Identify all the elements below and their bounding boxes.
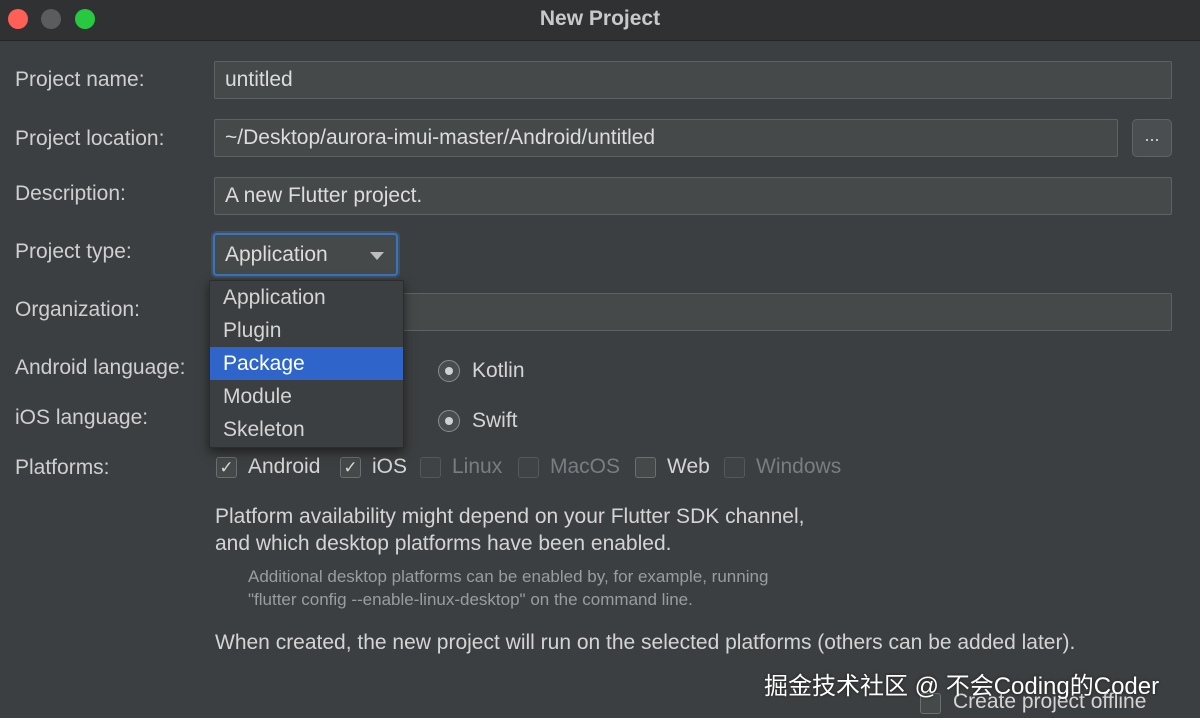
chevron-down-icon	[370, 252, 384, 260]
dropdown-option-package[interactable]: Package	[210, 347, 403, 380]
windows-checkbox-label[interactable]: Windows	[756, 455, 841, 479]
watermark-text: 掘金技术社区 @ 不会Coding的Coder	[764, 673, 1160, 700]
project-name-input[interactable]: untitled	[214, 61, 1172, 99]
dropdown-option-module[interactable]: Module	[210, 380, 403, 413]
ios-checkbox[interactable]: ✓	[340, 457, 361, 478]
availability-line-1: Platform availability might depend on yo…	[215, 505, 805, 528]
linux-checkbox-label[interactable]: Linux	[452, 455, 502, 479]
ios-language-label: iOS language:	[15, 406, 149, 429]
desktop-line-1: Additional desktop platforms can be enab…	[248, 567, 769, 586]
windows-checkbox[interactable]	[724, 457, 745, 478]
browse-button[interactable]: ...	[1132, 119, 1172, 157]
android-checkbox[interactable]: ✓	[216, 457, 237, 478]
desktop-line-2: "flutter config --enable-linux-desktop" …	[248, 590, 693, 609]
macos-checkbox[interactable]	[518, 457, 539, 478]
platforms-label: Platforms:	[15, 456, 110, 479]
window-title: New Project	[539, 7, 661, 30]
title-bar: New Project	[0, 0, 1200, 41]
macos-checkbox-label[interactable]: MacOS	[550, 455, 620, 479]
android-language-label: Android language:	[15, 356, 186, 379]
organization-label: Organization:	[15, 298, 140, 321]
linux-checkbox[interactable]	[420, 457, 441, 478]
desktop-platforms-note: Additional desktop platforms can be enab…	[248, 565, 768, 611]
project-type-select[interactable]: Application	[213, 233, 398, 276]
availability-line-2: and which desktop platforms have been en…	[215, 532, 672, 555]
ios-checkbox-label[interactable]: iOS	[372, 455, 407, 479]
project-location-input[interactable]: ~/Desktop/aurora-imui-master/Android/unt…	[214, 119, 1118, 157]
created-note: When created, the new project will run o…	[215, 631, 1076, 654]
web-checkbox[interactable]	[635, 457, 656, 478]
web-checkbox-label[interactable]: Web	[667, 455, 710, 479]
kotlin-radio-label[interactable]: Kotlin	[472, 359, 525, 383]
swift-radio-label[interactable]: Swift	[472, 409, 518, 433]
dropdown-option-plugin[interactable]: Plugin	[210, 314, 403, 347]
description-label: Description:	[15, 182, 126, 205]
platform-availability-note: Platform availability might depend on yo…	[215, 503, 804, 557]
kotlin-radio[interactable]	[438, 360, 460, 382]
project-type-label: Project type:	[15, 240, 132, 263]
description-input[interactable]: A new Flutter project.	[214, 177, 1172, 215]
dropdown-option-skeleton[interactable]: Skeleton	[210, 413, 403, 446]
project-location-label: Project location:	[15, 127, 165, 150]
swift-radio[interactable]	[438, 410, 460, 432]
project-type-value: Application	[225, 243, 328, 266]
dropdown-option-application[interactable]: Application	[210, 281, 403, 314]
android-checkbox-label[interactable]: Android	[248, 455, 320, 479]
project-name-label: Project name:	[15, 68, 145, 91]
project-type-dropdown: Application Plugin Package Module Skelet…	[209, 280, 404, 448]
